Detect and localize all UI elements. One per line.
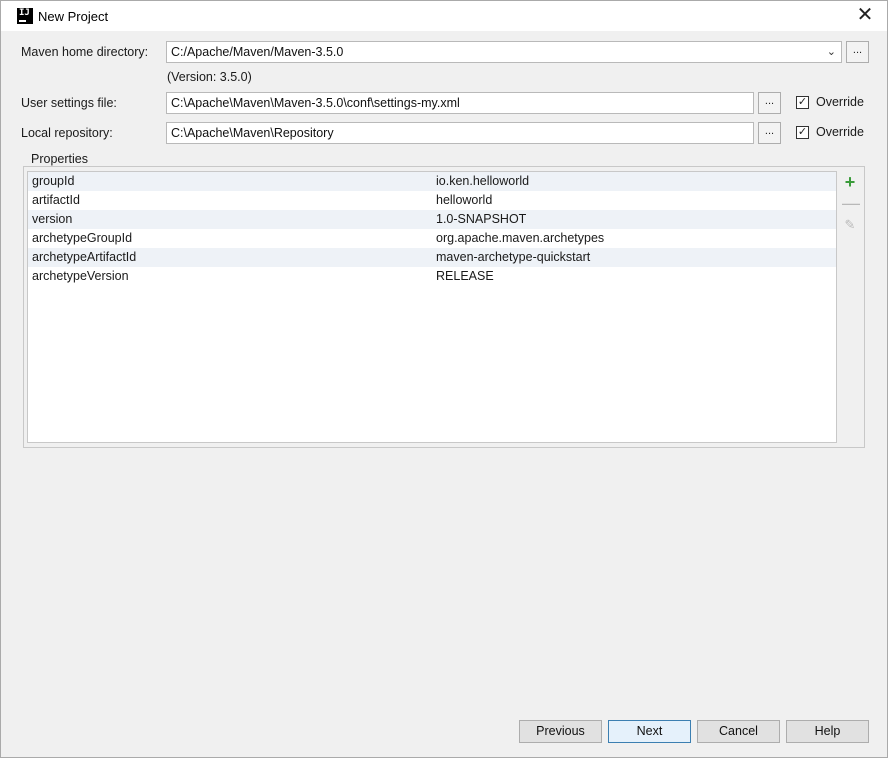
next-button[interactable]: Next xyxy=(608,720,691,743)
intellij-app-icon: IJ xyxy=(17,8,33,24)
override-user-settings-checkbox[interactable]: ✓ xyxy=(796,96,809,109)
property-key: version xyxy=(32,210,72,229)
title-bar: IJ New Project ✕ xyxy=(1,1,887,31)
local-repository-value: C:\Apache\Maven\Repository xyxy=(171,126,334,140)
local-repository-field[interactable]: C:\Apache\Maven\Repository xyxy=(166,122,754,144)
property-key: archetypeGroupId xyxy=(32,229,132,248)
chevron-down-icon[interactable]: ⌄ xyxy=(827,42,836,62)
add-icon[interactable]: + xyxy=(842,174,858,190)
property-value: 1.0-SNAPSHOT xyxy=(436,210,526,229)
table-row[interactable]: archetypeGroupId org.apache.maven.archet… xyxy=(28,229,836,248)
property-value: io.ken.helloworld xyxy=(436,172,529,191)
override-user-settings-label: Override xyxy=(816,95,864,109)
local-repository-browse-button[interactable]: ... xyxy=(758,122,781,144)
property-value: RELEASE xyxy=(436,267,494,286)
override-local-repo-checkbox[interactable]: ✓ xyxy=(796,126,809,139)
properties-title: Properties xyxy=(29,152,90,166)
properties-table[interactable]: groupId io.ken.helloworld artifactId hel… xyxy=(27,171,837,443)
cancel-button[interactable]: Cancel xyxy=(697,720,780,743)
user-settings-value: C:\Apache\Maven\Maven-3.5.0\conf\setting… xyxy=(171,96,460,110)
table-row[interactable]: archetypeArtifactId maven-archetype-quic… xyxy=(28,248,836,267)
table-row[interactable]: artifactId helloworld xyxy=(28,191,836,210)
user-settings-label: User settings file: xyxy=(21,96,117,110)
user-settings-browse-button[interactable]: ... xyxy=(758,92,781,114)
close-icon[interactable]: ✕ xyxy=(853,5,877,27)
override-local-repo-label: Override xyxy=(816,125,864,139)
table-row[interactable]: groupId io.ken.helloworld xyxy=(28,172,836,191)
property-value: org.apache.maven.archetypes xyxy=(436,229,604,248)
table-row[interactable]: archetypeVersion RELEASE xyxy=(28,267,836,286)
remove-icon[interactable]: — xyxy=(842,195,858,211)
maven-version-text: (Version: 3.5.0) xyxy=(167,70,252,84)
property-key: archetypeVersion xyxy=(32,267,129,286)
help-button[interactable]: Help xyxy=(786,720,869,743)
property-key: groupId xyxy=(32,172,74,191)
property-value: helloworld xyxy=(436,191,492,210)
previous-button[interactable]: Previous xyxy=(519,720,602,743)
maven-home-value: C:/Apache/Maven/Maven-3.5.0 xyxy=(171,45,343,59)
maven-home-combo[interactable]: C:/Apache/Maven/Maven-3.5.0 ⌄ xyxy=(166,41,842,63)
property-key: archetypeArtifactId xyxy=(32,248,136,267)
property-key: artifactId xyxy=(32,191,80,210)
maven-home-browse-button[interactable]: ... xyxy=(846,41,869,63)
properties-toolbar: + — ✎ xyxy=(838,171,863,443)
maven-home-label: Maven home directory: xyxy=(21,45,148,59)
local-repository-label: Local repository: xyxy=(21,126,113,140)
new-project-dialog: IJ New Project ✕ Maven home directory: C… xyxy=(0,0,888,758)
user-settings-field[interactable]: C:\Apache\Maven\Maven-3.5.0\conf\setting… xyxy=(166,92,754,114)
window-title: New Project xyxy=(38,9,108,24)
table-row[interactable]: version 1.0-SNAPSHOT xyxy=(28,210,836,229)
property-value: maven-archetype-quickstart xyxy=(436,248,590,267)
edit-icon[interactable]: ✎ xyxy=(842,217,858,233)
